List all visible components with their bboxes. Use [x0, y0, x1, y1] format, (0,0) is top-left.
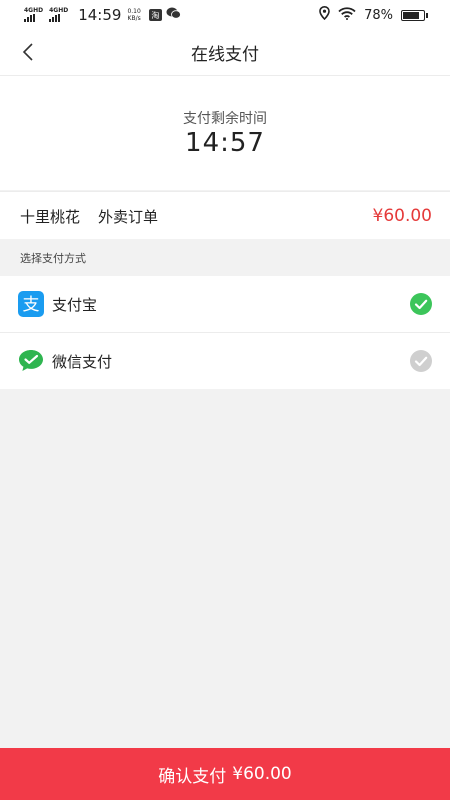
payment-option-label: 支付宝: [52, 295, 98, 314]
order-summary-row: 十里桃花 外卖订单 ¥60.00: [0, 191, 450, 240]
confirm-amount: ¥60.00: [232, 764, 292, 784]
payment-method-section-header: 选择支付方式: [0, 239, 450, 276]
speed-value: 0.10: [127, 8, 141, 15]
payment-option-wechat[interactable]: 微信支付: [0, 332, 450, 389]
wifi-icon: [338, 6, 356, 24]
speed-unit: KB/s: [127, 15, 141, 22]
wechat-notification-icon: [166, 7, 181, 23]
chevron-left-icon: [22, 43, 33, 61]
payment-option-alipay[interactable]: 支 支付宝: [0, 276, 450, 332]
signal-icon-2: 4GHD: [49, 8, 68, 22]
signal-icon-1: 4GHD: [24, 8, 43, 22]
alipay-icon: 支: [18, 291, 44, 317]
payment-timer-panel: 支付剩余时间 14:57: [0, 76, 450, 190]
timer-value: 14:57: [185, 128, 265, 158]
page-title: 在线支付: [191, 45, 259, 65]
taobao-icon: 淘: [148, 9, 162, 21]
battery-percent: 78%: [364, 7, 393, 23]
check-selected-icon[interactable]: [410, 293, 432, 315]
network-speed: 0.10 KB/s: [127, 8, 140, 22]
shop-name: 十里桃花: [20, 207, 81, 226]
order-price: ¥60.00: [372, 206, 432, 226]
section-title: 选择支付方式: [20, 251, 86, 265]
status-time: 14:59: [78, 6, 122, 24]
svg-text:支: 支: [23, 295, 40, 315]
payment-option-label: 微信支付: [52, 352, 113, 371]
navigation-bar: 在线支付: [0, 30, 450, 76]
location-icon: [319, 5, 330, 24]
confirm-payment-button[interactable]: 确认支付 ¥60.00: [0, 748, 450, 800]
confirm-label: 确认支付: [158, 766, 227, 787]
status-bar: 4GHD 4GHD 14:59 0.10 KB/s 淘 78%: [0, 0, 450, 30]
payment-method-list: 支 支付宝 微信支付: [0, 276, 450, 389]
check-unselected-icon[interactable]: [410, 350, 432, 372]
timer-label: 支付剩余时间: [183, 111, 267, 127]
order-type: 外卖订单: [98, 207, 159, 226]
back-button[interactable]: [14, 38, 42, 66]
battery-icon: [401, 9, 428, 21]
wechat-pay-icon: [18, 348, 44, 374]
